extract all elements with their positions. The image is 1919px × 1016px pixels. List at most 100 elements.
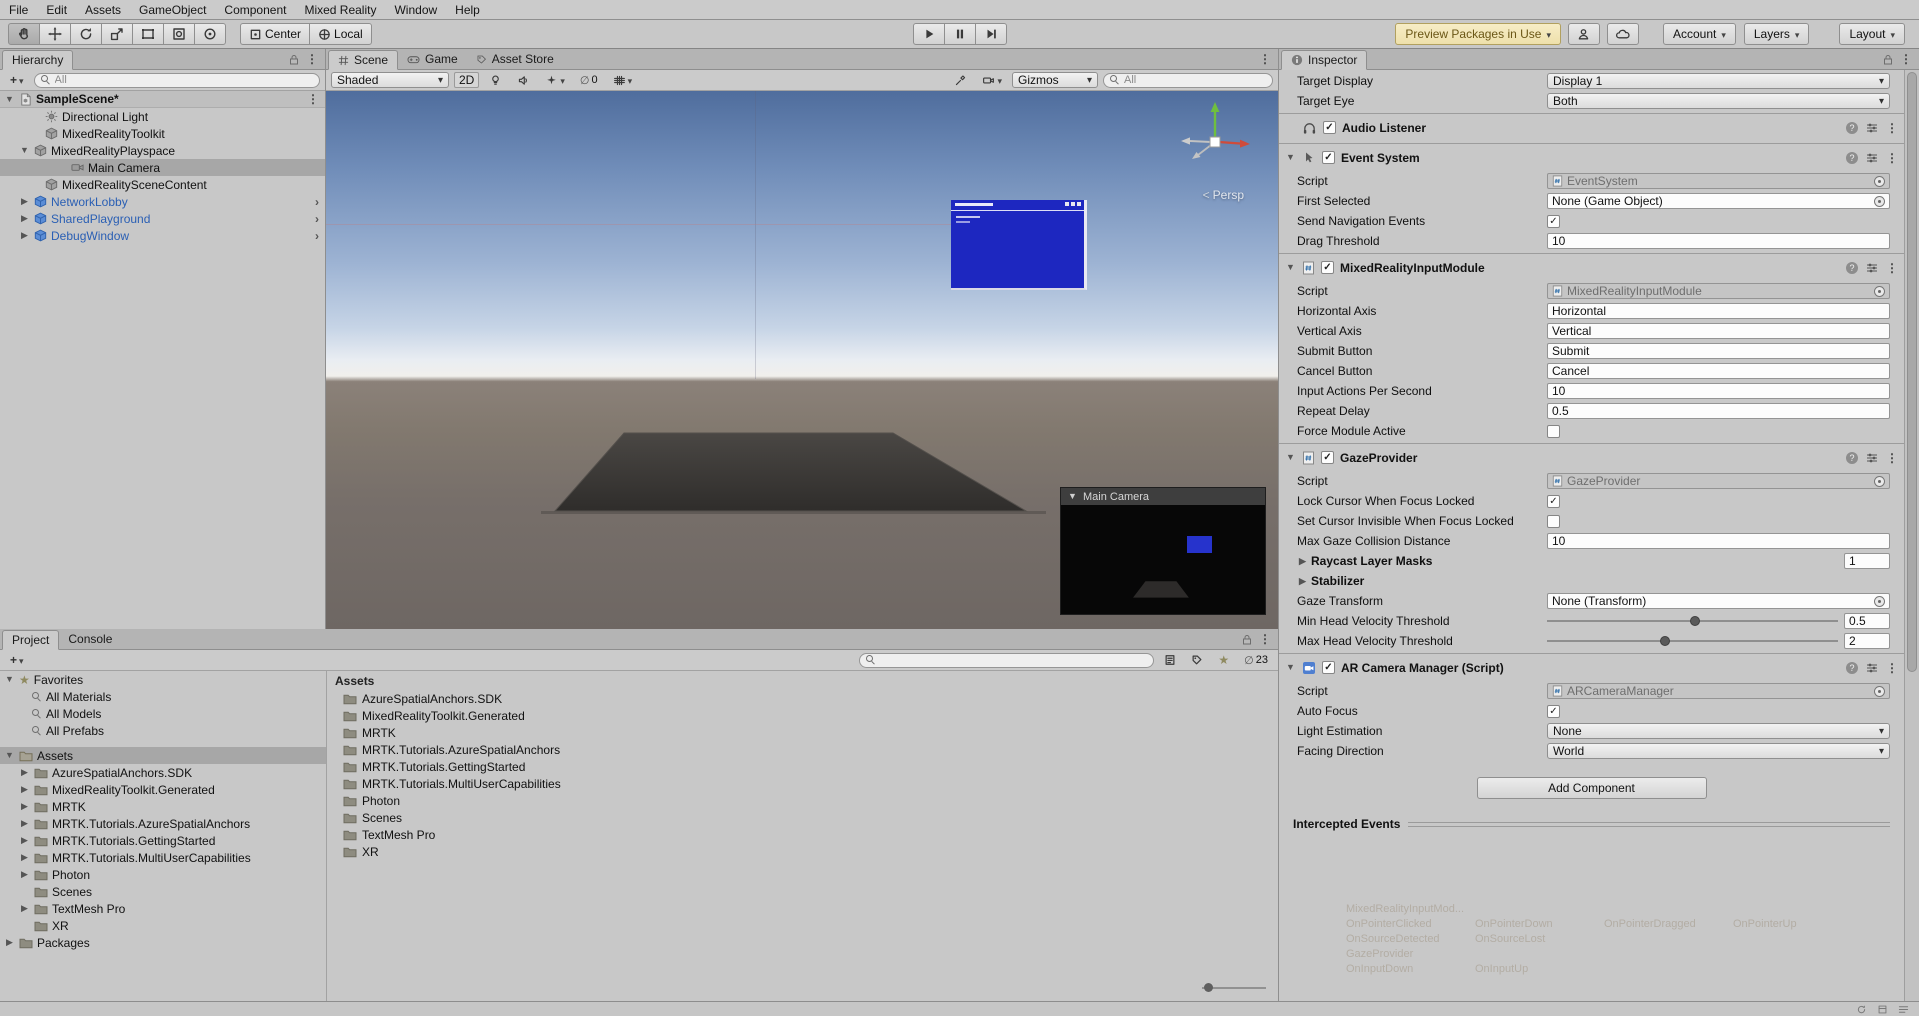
- hierarchy-item-mixedrealityscenecontent[interactable]: MixedRealitySceneContent: [0, 176, 325, 193]
- help-icon[interactable]: [1846, 662, 1858, 674]
- tab-asset-store[interactable]: Asset Store: [467, 49, 563, 69]
- project-search[interactable]: [859, 653, 1154, 668]
- hierarchy-item-mixedrealityplayspace[interactable]: MixedRealityPlayspace: [0, 142, 325, 159]
- preset-icon[interactable]: [1866, 662, 1878, 674]
- kebab-menu-icon[interactable]: [306, 52, 318, 66]
- favorite-all-models[interactable]: All Models: [0, 705, 326, 722]
- preset-icon[interactable]: [1866, 452, 1878, 464]
- foldout-icon[interactable]: [19, 802, 30, 811]
- kebab-menu-icon[interactable]: [1886, 661, 1898, 675]
- foldout-icon[interactable]: [19, 819, 30, 828]
- vertical-axis-field[interactable]: Vertical: [1547, 323, 1890, 339]
- tree-folder[interactable]: MRTK: [0, 798, 326, 815]
- help-icon[interactable]: [1846, 152, 1858, 164]
- help-icon[interactable]: [1846, 122, 1858, 134]
- scene-viewport[interactable]: Persp Main Camera: [326, 91, 1278, 629]
- hierarchy-scene-row[interactable]: SampleScene*: [0, 91, 325, 108]
- hierarchy-item-main-camera[interactable]: Main Camera: [0, 159, 325, 176]
- collab-button[interactable]: [1568, 23, 1600, 45]
- tab-game[interactable]: Game: [398, 49, 467, 69]
- tree-folder[interactable]: AzureSpatialAnchors.SDK: [0, 764, 326, 781]
- tree-folder[interactable]: XR: [0, 917, 326, 934]
- layout-dropdown[interactable]: Layout: [1839, 23, 1905, 45]
- checkbox[interactable]: [1547, 705, 1560, 718]
- audio-toggle-button[interactable]: [512, 72, 535, 88]
- kebab-menu-icon[interactable]: [1886, 261, 1898, 275]
- object-picker-icon[interactable]: [1874, 596, 1885, 607]
- tab-scene[interactable]: Scene: [328, 50, 398, 70]
- step-button[interactable]: [975, 23, 1007, 45]
- foldout-icon[interactable]: [19, 231, 30, 240]
- component-header-input-module[interactable]: MixedRealityInputModule: [1279, 253, 1904, 281]
- component-header-audio-listener[interactable]: Audio Listener: [1279, 113, 1904, 141]
- component-header-gaze-provider[interactable]: GazeProvider: [1279, 443, 1904, 471]
- space-toggle-button[interactable]: Local: [309, 23, 372, 45]
- inspector-scrollbar[interactable]: [1904, 70, 1919, 1001]
- asset-list-item[interactable]: MRTK.Tutorials.MultiUserCapabilities: [327, 775, 1278, 792]
- kebab-menu-icon[interactable]: [1259, 52, 1271, 66]
- foldout-icon[interactable]: [4, 675, 15, 684]
- search-by-type-button[interactable]: [1159, 652, 1181, 668]
- asset-list-item[interactable]: MRTK.Tutorials.GettingStarted: [327, 758, 1278, 775]
- favorites-row[interactable]: Favorites: [0, 671, 326, 688]
- transform-tool-button[interactable]: [163, 23, 195, 45]
- zoom-slider-thumb[interactable]: [1204, 983, 1213, 992]
- menu-assets[interactable]: Assets: [76, 1, 130, 19]
- gizmos-dropdown[interactable]: Gizmos: [1012, 72, 1098, 88]
- scale-tool-button[interactable]: [101, 23, 133, 45]
- console-status-icon[interactable]: [1898, 1004, 1909, 1015]
- menu-help[interactable]: Help: [446, 1, 489, 19]
- cancel-button-field[interactable]: Cancel: [1547, 363, 1890, 379]
- hand-tool-button[interactable]: [8, 23, 40, 45]
- rotate-tool-button[interactable]: [70, 23, 102, 45]
- menu-window[interactable]: Window: [385, 1, 446, 19]
- enable-checkbox[interactable]: [1321, 451, 1334, 464]
- asset-list-item[interactable]: Photon: [327, 792, 1278, 809]
- foldout-icon[interactable]: [1297, 557, 1308, 566]
- tree-folder[interactable]: TextMesh Pro: [0, 900, 326, 917]
- add-component-button[interactable]: Add Component: [1477, 777, 1707, 799]
- asset-list-item[interactable]: MRTK.Tutorials.AzureSpatialAnchors: [327, 741, 1278, 758]
- account-dropdown[interactable]: Account: [1663, 23, 1736, 45]
- prefab-open-arrow-icon[interactable]: [315, 195, 319, 209]
- foldout-icon[interactable]: [19, 146, 30, 155]
- enable-checkbox[interactable]: [1323, 121, 1336, 134]
- foldout-icon[interactable]: [19, 785, 30, 794]
- hierarchy-search[interactable]: [34, 73, 320, 88]
- pause-button[interactable]: [944, 23, 976, 45]
- asset-list-item[interactable]: TextMesh Pro: [327, 826, 1278, 843]
- play-button[interactable]: [913, 23, 945, 45]
- tree-folder[interactable]: Photon: [0, 866, 326, 883]
- favorites-search-button[interactable]: [1213, 652, 1234, 668]
- tab-console[interactable]: Console: [59, 629, 121, 649]
- project-search-input[interactable]: [880, 654, 1147, 666]
- enable-checkbox[interactable]: [1322, 661, 1335, 674]
- foldout-icon[interactable]: [4, 95, 15, 104]
- slider-thumb[interactable]: [1690, 616, 1700, 626]
- repeat-delay-field[interactable]: 0.5: [1547, 403, 1890, 419]
- scene-object-ui-window[interactable]: [951, 200, 1087, 290]
- lock-icon[interactable]: [289, 54, 299, 65]
- foldout-icon[interactable]: [19, 904, 30, 913]
- checkbox[interactable]: [1547, 515, 1560, 528]
- horizontal-axis-field[interactable]: Horizontal: [1547, 303, 1890, 319]
- menu-component[interactable]: Component: [215, 1, 295, 19]
- foldout-icon[interactable]: [19, 197, 30, 206]
- gaze-transform-object-field[interactable]: None (Transform): [1547, 593, 1890, 609]
- drag-threshold-field[interactable]: 10: [1547, 233, 1890, 249]
- refresh-status-icon[interactable]: [1856, 1004, 1867, 1015]
- object-picker-icon[interactable]: [1874, 176, 1885, 187]
- tab-inspector[interactable]: Inspector: [1281, 50, 1367, 70]
- foldout-icon[interactable]: [1285, 153, 1296, 162]
- tree-folder[interactable]: MRTK.Tutorials.AzureSpatialAnchors: [0, 815, 326, 832]
- hierarchy-item-networklobby[interactable]: NetworkLobby: [0, 193, 325, 210]
- menu-file[interactable]: File: [0, 1, 37, 19]
- preset-icon[interactable]: [1866, 152, 1878, 164]
- foldout-icon[interactable]: [19, 214, 30, 223]
- target-display-dropdown[interactable]: Display 1: [1547, 73, 1890, 89]
- max-head-velocity-field[interactable]: 2: [1844, 633, 1890, 649]
- kebab-menu-icon[interactable]: [1886, 121, 1898, 135]
- 2d-toggle-button[interactable]: 2D: [454, 72, 479, 88]
- hierarchy-item-debugwindow[interactable]: DebugWindow: [0, 227, 325, 244]
- object-picker-icon[interactable]: [1874, 196, 1885, 207]
